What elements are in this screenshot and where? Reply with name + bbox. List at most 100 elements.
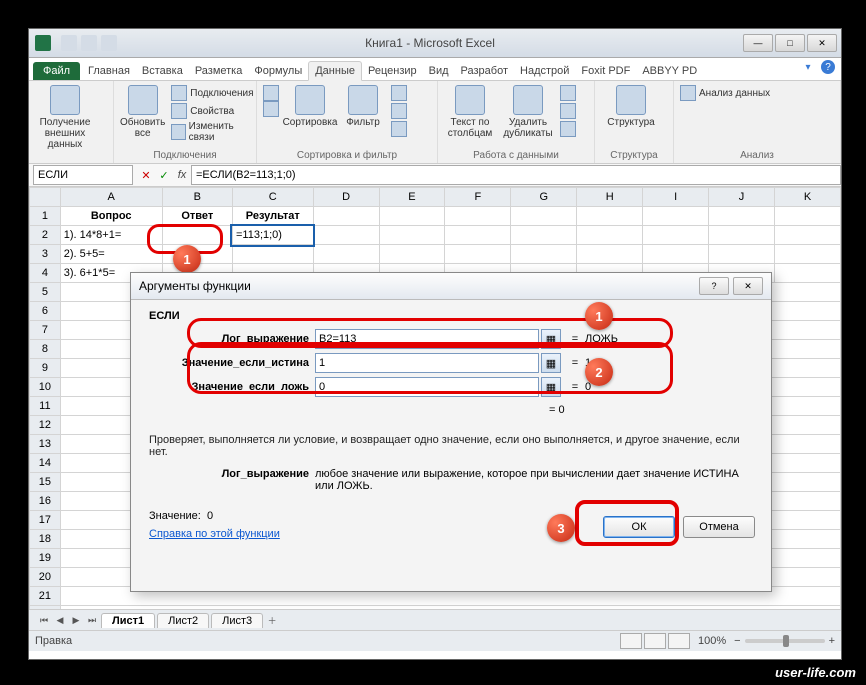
function-arguments-dialog: Аргументы функции ? ✕ ЕСЛИ Лог_выражение…: [130, 272, 772, 592]
zoom-out-button[interactable]: −: [734, 635, 740, 647]
tab-layout[interactable]: Разметка: [189, 62, 249, 80]
col-header-C[interactable]: C: [232, 188, 313, 207]
tab-abbyy[interactable]: ABBYY PD: [636, 62, 703, 80]
tab-addins[interactable]: Надстрой: [514, 62, 575, 80]
tab-review[interactable]: Рецензир: [362, 62, 423, 80]
col-header-K[interactable]: K: [774, 188, 840, 207]
cell-A3[interactable]: 2). 5+5=: [60, 245, 162, 264]
cancel-formula-icon[interactable]: ✕: [137, 166, 155, 184]
help-icon[interactable]: ?: [821, 60, 835, 74]
tab-developer[interactable]: Разработ: [455, 62, 514, 80]
excel-icon: [35, 35, 51, 51]
sheet-nav-first-icon[interactable]: ⏮: [37, 613, 51, 627]
data-analysis-button[interactable]: Анализ данных: [680, 85, 770, 101]
formula-bar: ЕСЛИ ✕ ✓ fx =ЕСЛИ(B2=113;1;0): [29, 164, 841, 187]
sheet-nav-next-icon[interactable]: ▶: [69, 613, 83, 627]
cell-C1[interactable]: Результат: [232, 207, 313, 226]
col-header-B[interactable]: B: [162, 188, 232, 207]
remove-duplicates-button[interactable]: Удалить дубликаты: [502, 85, 554, 139]
refresh-label: Обновить все: [120, 117, 165, 139]
data-validation-button[interactable]: [560, 85, 576, 101]
col-header-J[interactable]: J: [709, 188, 775, 207]
arg-true-ref-button[interactable]: ▦: [541, 353, 561, 373]
col-header-H[interactable]: H: [577, 188, 643, 207]
edit-links-button[interactable]: Изменить связи: [171, 121, 253, 143]
sort-desc-button[interactable]: [263, 101, 279, 117]
outline-button[interactable]: Структура: [601, 85, 661, 128]
text-to-columns-button[interactable]: Текст по столбцам: [444, 85, 496, 139]
tab-data[interactable]: Данные: [308, 61, 362, 81]
advanced-filter-button[interactable]: [391, 121, 407, 137]
cell-B1[interactable]: Ответ: [162, 207, 232, 226]
cell-B2[interactable]: [162, 226, 232, 245]
dialog-titlebar[interactable]: Аргументы функции ? ✕: [131, 273, 771, 300]
new-sheet-icon[interactable]: ＋: [265, 613, 279, 627]
row-header-2[interactable]: 2: [30, 226, 61, 245]
cell-C2[interactable]: =113;1;0): [232, 226, 313, 245]
view-normal-button[interactable]: [620, 633, 642, 649]
minimize-ribbon-icon[interactable]: ▾: [801, 60, 815, 74]
fx-icon[interactable]: fx: [173, 166, 191, 184]
view-page-layout-button[interactable]: [644, 633, 666, 649]
col-header-F[interactable]: F: [445, 188, 511, 207]
row-header-4[interactable]: 4: [30, 264, 61, 283]
external-data-button[interactable]: Получение внешних данных: [35, 85, 95, 150]
sheet-nav-prev-icon[interactable]: ◀: [53, 613, 67, 627]
sort-button[interactable]: Сортировка: [285, 85, 335, 128]
sheet-tab-3[interactable]: Лист3: [211, 613, 263, 628]
arg-log-input[interactable]: [315, 329, 539, 349]
undo-icon[interactable]: [81, 35, 97, 51]
tab-view[interactable]: Вид: [423, 62, 455, 80]
col-header-A[interactable]: A: [60, 188, 162, 207]
sort-asc-button[interactable]: [263, 85, 279, 101]
whatif-button[interactable]: [560, 121, 576, 137]
tab-home[interactable]: Главная: [82, 62, 136, 80]
group-datatools-label: Работа с данными: [444, 150, 588, 161]
col-header-D[interactable]: D: [313, 188, 379, 207]
select-all-button[interactable]: [30, 188, 61, 207]
row-header-3[interactable]: 3: [30, 245, 61, 264]
close-button[interactable]: ✕: [807, 34, 837, 52]
arg-true-input[interactable]: [315, 353, 539, 373]
enter-formula-icon[interactable]: ✓: [155, 166, 173, 184]
row-header-1[interactable]: 1: [30, 207, 61, 226]
cancel-button[interactable]: Отмена: [683, 516, 755, 538]
name-box[interactable]: ЕСЛИ: [33, 165, 133, 185]
consolidate-button[interactable]: [560, 103, 576, 119]
tab-foxit[interactable]: Foxit PDF: [575, 62, 636, 80]
arg-log-ref-button[interactable]: ▦: [541, 329, 561, 349]
col-header-E[interactable]: E: [379, 188, 445, 207]
sheet-tab-2[interactable]: Лист2: [157, 613, 209, 628]
formula-input[interactable]: =ЕСЛИ(B2=113;1;0): [191, 165, 841, 185]
tab-formulas[interactable]: Формулы: [248, 62, 308, 80]
save-icon[interactable]: [61, 35, 77, 51]
minimize-button[interactable]: —: [743, 34, 773, 52]
view-page-break-button[interactable]: [668, 633, 690, 649]
file-tab[interactable]: Файл: [33, 62, 80, 80]
cell-A2[interactable]: 1). 14*8+1=: [60, 226, 162, 245]
redo-icon[interactable]: [101, 35, 117, 51]
sheet-tab-1[interactable]: Лист1: [101, 613, 155, 628]
sheet-nav-last-icon[interactable]: ⏭: [85, 613, 99, 627]
arg-false-ref-button[interactable]: ▦: [541, 377, 561, 397]
zoom-level[interactable]: 100%: [698, 635, 726, 647]
zoom-in-button[interactable]: +: [829, 635, 835, 647]
col-header-I[interactable]: I: [643, 188, 709, 207]
clear-filter-button[interactable]: [391, 85, 407, 101]
dialog-close-button[interactable]: ✕: [733, 277, 763, 295]
col-header-G[interactable]: G: [511, 188, 577, 207]
sheet-tabs: ⏮ ◀ ▶ ⏭ Лист1 Лист2 Лист3 ＋: [29, 609, 841, 630]
function-help-link[interactable]: Справка по этой функции: [149, 528, 280, 540]
refresh-all-button[interactable]: Обновить все: [120, 85, 165, 139]
arg-false-input[interactable]: [315, 377, 539, 397]
zoom-slider[interactable]: [745, 639, 825, 643]
properties-button[interactable]: Свойства: [171, 103, 253, 119]
filter-button[interactable]: Фильтр: [341, 85, 385, 128]
ok-button[interactable]: ОК: [603, 516, 675, 538]
cell-A1[interactable]: Вопрос: [60, 207, 162, 226]
reapply-button[interactable]: [391, 103, 407, 119]
tab-insert[interactable]: Вставка: [136, 62, 189, 80]
dialog-help-button[interactable]: ?: [699, 277, 729, 295]
maximize-button[interactable]: □: [775, 34, 805, 52]
connections-button[interactable]: Подключения: [171, 85, 253, 101]
